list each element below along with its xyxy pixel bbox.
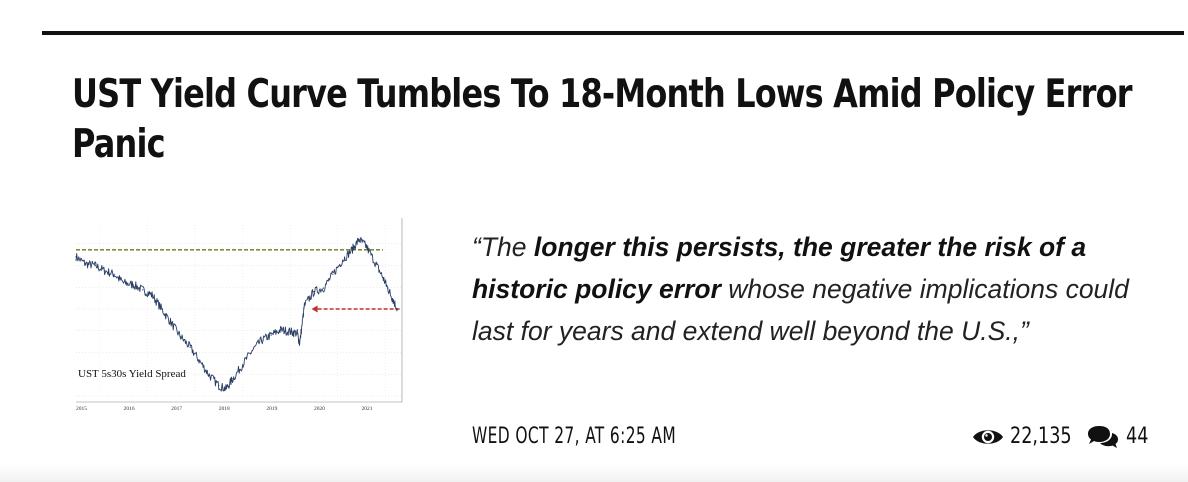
series-point	[122, 282, 125, 284]
article-excerpt: “The longer this persists, the greater t…	[472, 226, 1162, 352]
series-point	[208, 374, 210, 376]
x-tick-label: 2019	[266, 406, 277, 412]
series-point	[199, 360, 201, 362]
comments-stat[interactable]: 44	[1086, 424, 1154, 449]
series-point	[296, 332, 298, 334]
series-point	[313, 291, 315, 293]
series-point	[241, 364, 244, 366]
series-point	[289, 331, 291, 333]
series-point	[151, 294, 153, 296]
top-rule	[42, 31, 1184, 35]
series-point	[161, 308, 163, 310]
series-point	[341, 259, 344, 261]
excerpt-open-quote: “The	[472, 232, 534, 262]
series-point	[180, 336, 182, 338]
x-tick-label: 2015	[76, 406, 87, 412]
series-point	[382, 277, 384, 279]
series-point	[189, 346, 191, 348]
series-point	[299, 343, 301, 345]
series-point	[218, 384, 220, 387]
series-point	[75, 256, 77, 258]
article-thumbnail-chart[interactable]: 2015 2016 2017 2018 2019 2020 2021	[72, 216, 416, 416]
comments-icon[interactable]	[1086, 425, 1120, 449]
series-point	[103, 270, 106, 272]
series-point	[358, 238, 360, 240]
series-point	[225, 388, 227, 390]
x-tick-label: 2020	[314, 406, 325, 412]
series-point	[170, 322, 172, 324]
article-headline[interactable]: UST Yield Curve Tumbles To 18-Month Lows…	[72, 70, 1138, 170]
series-point	[303, 304, 306, 307]
series-point	[132, 284, 134, 286]
article-date: WED OCT 27, AT 6:25 AM	[472, 424, 677, 449]
series-point	[280, 329, 282, 331]
series-point	[391, 297, 394, 300]
series-point	[270, 334, 272, 336]
views-count: 22,135	[1010, 424, 1072, 449]
series-point	[251, 350, 253, 352]
series-point	[232, 378, 234, 380]
bottom-shade	[0, 464, 1188, 482]
comments-count[interactable]: 44	[1126, 424, 1148, 449]
series-point	[351, 249, 353, 251]
article-stats: 22,135 44	[972, 424, 1154, 449]
x-tick-label: 2016	[124, 406, 135, 412]
series-point	[396, 308, 398, 310]
x-tick-label: 2021	[362, 406, 373, 412]
series-point	[142, 289, 144, 291]
series-point	[322, 287, 325, 289]
x-tick-label: 2018	[219, 406, 230, 412]
eye-icon	[972, 427, 1004, 447]
chart-title: UST 5s30s Yield Spread	[76, 368, 188, 380]
series-point	[113, 273, 115, 275]
x-tick-label: 2017	[171, 406, 182, 412]
series-point	[261, 339, 263, 341]
series-point	[94, 264, 96, 267]
series-point	[387, 287, 389, 289]
series-point	[365, 245, 367, 247]
series-point	[375, 263, 377, 265]
series-point	[84, 263, 87, 265]
views-stat: 22,135	[972, 424, 1078, 449]
chart-background	[72, 216, 416, 416]
series-point	[332, 273, 334, 275]
